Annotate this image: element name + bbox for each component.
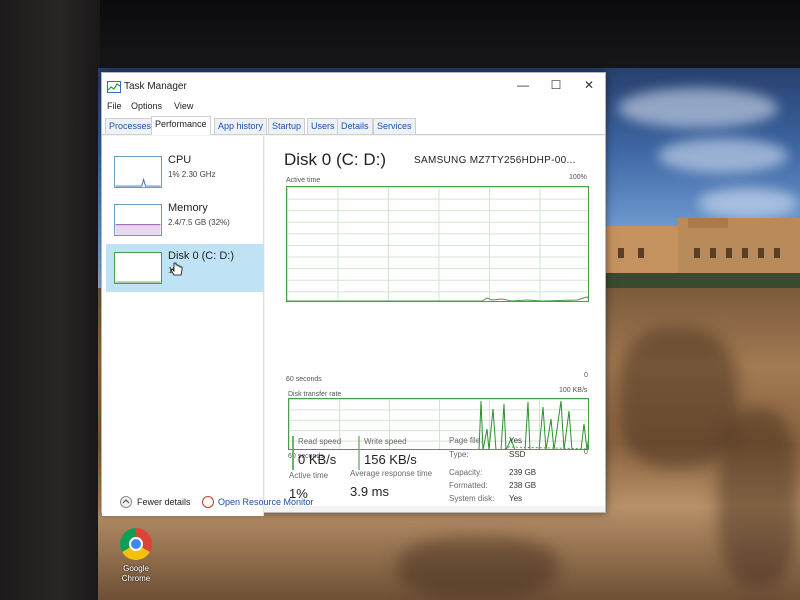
type-label: Type: bbox=[449, 450, 469, 459]
page-file-label: Page file: bbox=[449, 436, 483, 445]
chrome-icon bbox=[120, 528, 152, 560]
type-value: SSD bbox=[509, 450, 526, 459]
resource-sidebar: CPU 1% 2.30 GHz Memory 2.4/7.5 GB (32%) … bbox=[102, 136, 264, 516]
disk-model: SAMSUNG MZ7TY256HDHP-00... bbox=[414, 155, 576, 166]
transfer-rate-graph-min: 0 bbox=[584, 449, 588, 456]
tab-startup[interactable]: Startup bbox=[268, 118, 306, 134]
open-resource-monitor-link[interactable]: Open Resource Monitor bbox=[218, 497, 314, 507]
read-speed-value: 0 KB/s bbox=[298, 452, 337, 467]
tab-strip: Processes Performance App history Startu… bbox=[102, 115, 605, 135]
desktop-icon-label: Google Chrome bbox=[121, 564, 151, 583]
task-manager-app-icon bbox=[107, 81, 121, 93]
hand-cursor-icon bbox=[170, 262, 183, 276]
tab-processes[interactable]: Processes bbox=[105, 118, 156, 134]
maximize-button[interactable]: ☐ bbox=[539, 75, 573, 95]
task-manager-window: Task Manager — ☐ ✕ File Options View Pro… bbox=[101, 72, 606, 516]
sidebar-item-label: CPU bbox=[168, 154, 192, 166]
read-speed-label: Read speed bbox=[298, 437, 342, 446]
menu-view[interactable]: View bbox=[174, 101, 193, 111]
transfer-rate-graph-max: 100 KB/s bbox=[559, 387, 588, 394]
capacity-value: 239 GB bbox=[509, 468, 537, 477]
write-speed-bar bbox=[358, 436, 360, 470]
chevron-up-icon bbox=[120, 496, 132, 508]
fewer-details-button[interactable]: Fewer details bbox=[137, 497, 191, 507]
sidebar-item-label: Memory bbox=[168, 202, 208, 214]
close-button[interactable]: ✕ bbox=[572, 75, 606, 95]
minimize-button[interactable]: — bbox=[506, 75, 540, 95]
sidebar-item-label: Disk 0 (C: D:) bbox=[168, 250, 234, 262]
sidebar-item-cpu[interactable]: CPU 1% 2.30 GHz bbox=[106, 148, 264, 196]
resource-monitor-icon bbox=[202, 496, 214, 508]
menu-options[interactable]: Options bbox=[131, 101, 162, 111]
monitor-bezel-top bbox=[0, 0, 800, 70]
sidebar-item-value: 1% 2.30 GHz bbox=[168, 170, 216, 179]
transfer-rate-graph-label: Disk transfer rate bbox=[288, 391, 342, 398]
sidebar-item-disk0[interactable]: Disk 0 (C: D:) 1% bbox=[106, 244, 264, 292]
menu-file[interactable]: File bbox=[107, 101, 122, 111]
cpu-mini-graph bbox=[114, 156, 162, 188]
active-time-stat-label: Active time bbox=[289, 471, 329, 480]
avg-response-label: Average response time bbox=[350, 469, 433, 478]
window-title: Task Manager bbox=[124, 81, 187, 92]
footer-bar: Fewer details Open Resource Monitor bbox=[102, 491, 605, 513]
active-time-duration: 60 seconds bbox=[286, 376, 322, 383]
menu-bar: File Options View bbox=[102, 99, 605, 115]
sidebar-item-value: 2.4/7.5 GB (32%) bbox=[168, 218, 230, 227]
active-time-graph bbox=[286, 186, 589, 302]
write-speed-value: 156 KB/s bbox=[364, 452, 417, 467]
capacity-label: Capacity: bbox=[449, 468, 483, 477]
tab-users[interactable]: Users bbox=[307, 118, 339, 134]
active-time-line bbox=[287, 296, 588, 301]
tab-details[interactable]: Details bbox=[337, 118, 373, 134]
monitor-bezel-left bbox=[0, 0, 100, 600]
tab-services[interactable]: Services bbox=[373, 118, 416, 134]
read-speed-bar bbox=[292, 436, 294, 470]
active-time-graph-max: 100% bbox=[569, 174, 587, 181]
disk-performance-panel: Disk 0 (C: D:) SAMSUNG MZ7TY256HDHP-00..… bbox=[265, 136, 605, 506]
active-time-graph-label: Active time bbox=[286, 177, 321, 184]
active-time-graph-min: 0 bbox=[584, 372, 588, 379]
disk-mini-graph bbox=[114, 252, 162, 284]
disk-title: Disk 0 (C: D:) bbox=[284, 150, 386, 169]
formatted-label: Formatted: bbox=[449, 481, 488, 490]
page-file-value: Yes bbox=[509, 436, 523, 445]
write-speed-label: Write speed bbox=[364, 437, 407, 446]
tab-app-history[interactable]: App history bbox=[214, 118, 268, 134]
sidebar-item-memory[interactable]: Memory 2.4/7.5 GB (32%) bbox=[106, 196, 264, 244]
title-bar[interactable]: Task Manager — ☐ ✕ bbox=[102, 73, 605, 99]
tab-performance[interactable]: Performance bbox=[151, 116, 211, 135]
formatted-value: 238 GB bbox=[509, 481, 537, 490]
memory-mini-graph bbox=[114, 204, 162, 236]
